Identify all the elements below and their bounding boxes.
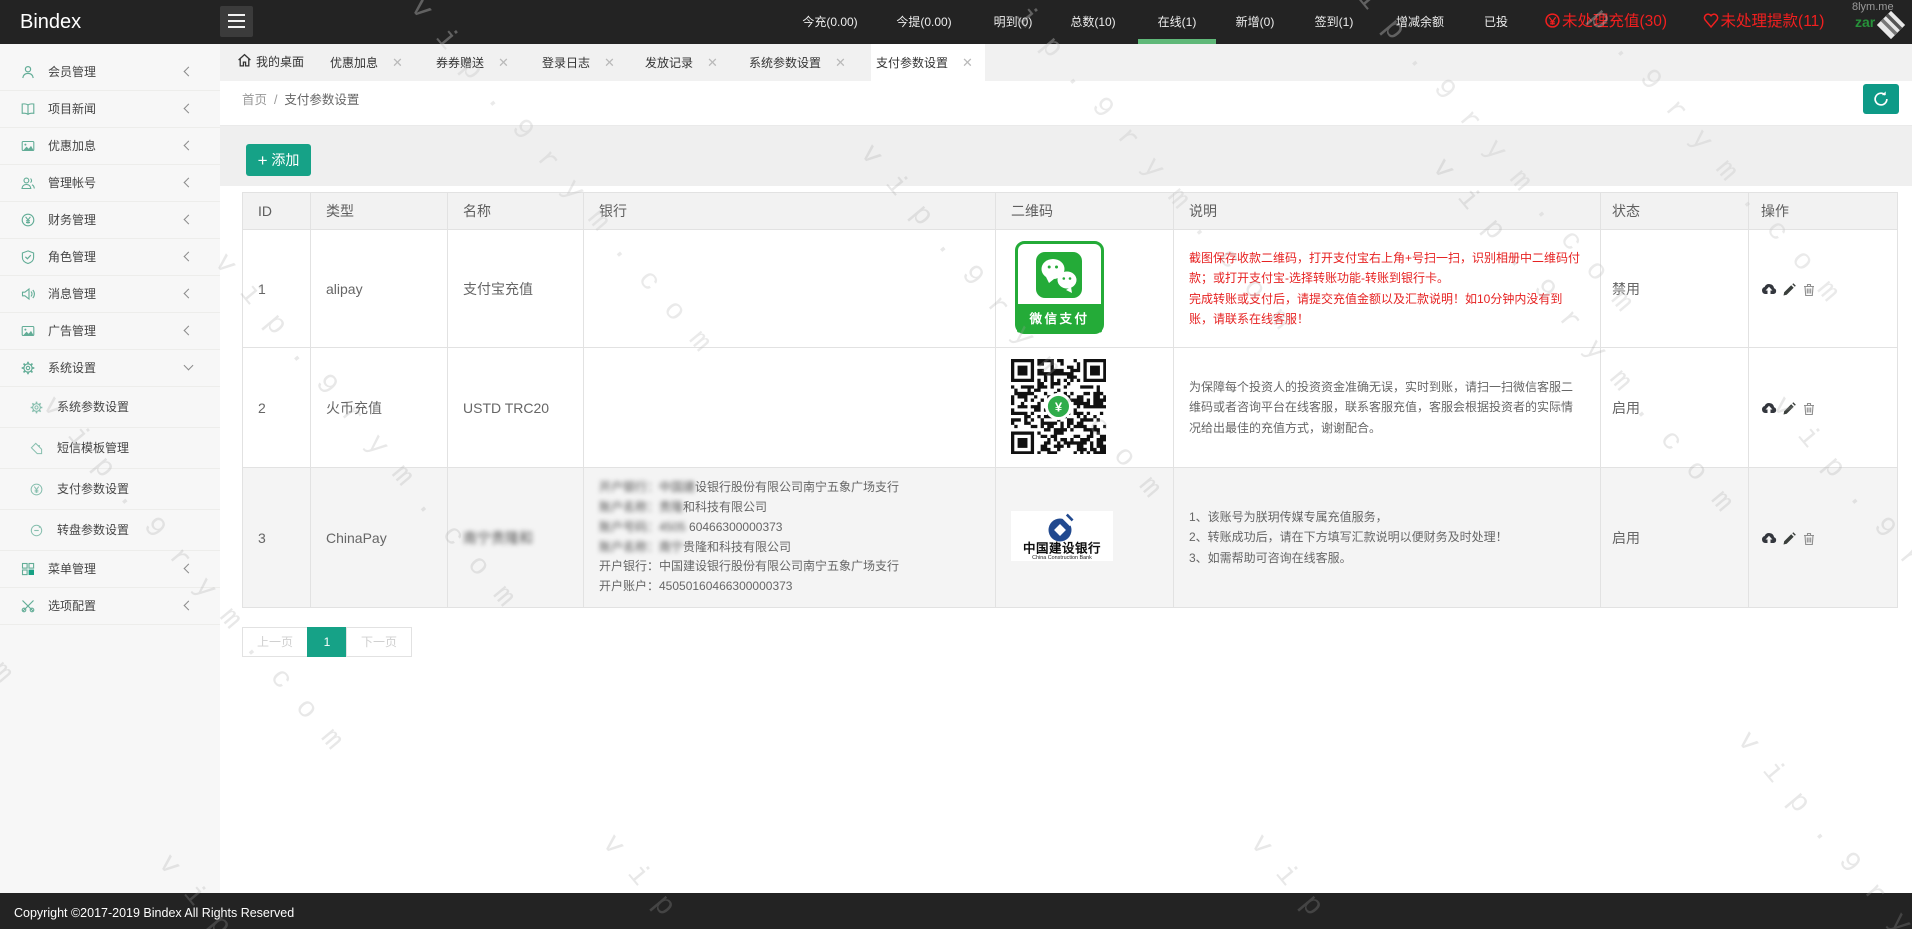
svg-text:中国建设银行: 中国建设银行 — [1023, 541, 1101, 556]
svg-text:China Construction Bank: China Construction Bank — [1032, 555, 1092, 561]
svg-text:¥: ¥ — [1055, 399, 1063, 414]
svg-text:微信支付: 微信支付 — [1028, 311, 1089, 326]
